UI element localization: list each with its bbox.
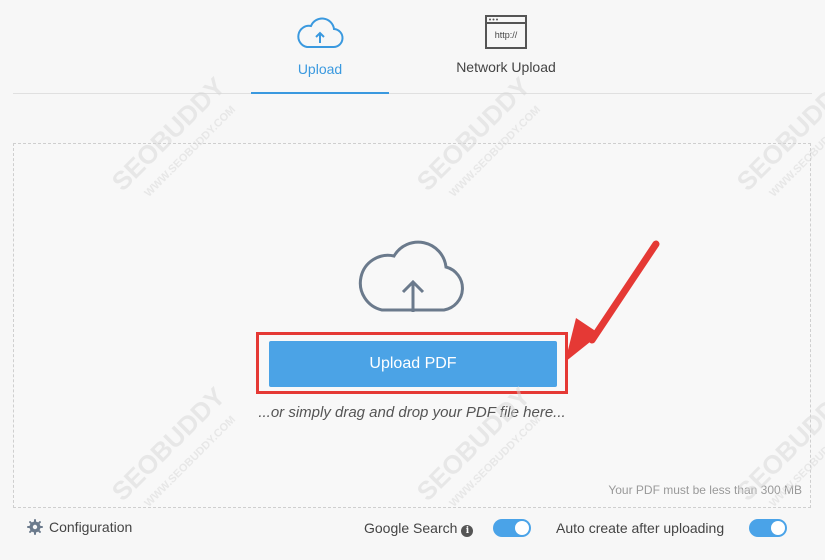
cloud-upload-icon (297, 17, 344, 49)
configuration-link[interactable]: Configuration (27, 519, 132, 535)
browser-http-icon: http:// (485, 15, 527, 49)
cloud-upload-icon (358, 240, 464, 312)
toggle-knob (515, 521, 529, 535)
configuration-label: Configuration (49, 519, 133, 535)
gear-icon (27, 519, 43, 535)
google-search-toggle[interactable] (493, 519, 531, 537)
google-search-option: Google Search i (364, 520, 474, 537)
tab-network-upload[interactable]: http:// Network Upload (433, 0, 579, 93)
upload-options-bar: Configuration Google Search i Auto create… (13, 508, 812, 548)
tab-upload[interactable]: Upload (251, 0, 389, 94)
tab-network-upload-label: Network Upload (456, 59, 556, 75)
google-search-label: Google Search (364, 520, 458, 536)
toggle-knob (771, 521, 785, 535)
auto-create-label: Auto create after uploading (556, 520, 725, 536)
file-size-limit-text: Your PDF must be less than 300 MB (608, 483, 802, 497)
active-tab-indicator (251, 92, 389, 94)
tab-bar: Upload http:// Network Upload (13, 0, 812, 94)
browser-http-icon-text: http:// (495, 30, 518, 40)
drag-drop-hint: ...or simply drag and drop your PDF file… (258, 404, 566, 421)
upload-pdf-button[interactable]: Upload PDF (269, 341, 557, 387)
info-icon[interactable]: i (461, 525, 474, 537)
pdf-dropzone[interactable]: Upload PDF ...or simply drag and drop yo… (13, 143, 811, 508)
auto-create-toggle[interactable] (749, 519, 787, 537)
tab-upload-label: Upload (297, 61, 343, 77)
